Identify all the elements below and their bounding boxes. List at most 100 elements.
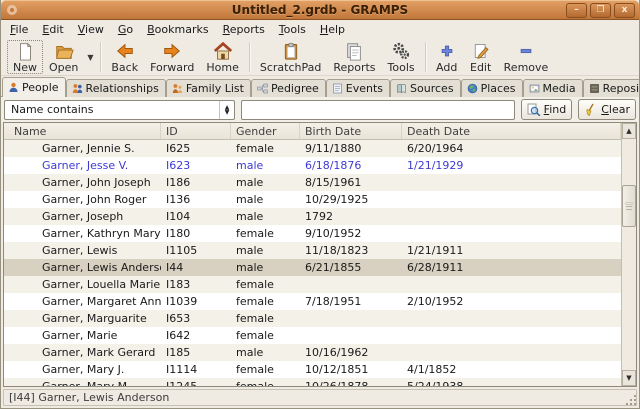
statusbar: [I44] Garner, Lewis Anderson [1, 387, 639, 408]
clear-button[interactable]: Clear [578, 99, 636, 120]
table-row[interactable]: Garner, Mary J.I1114female10/12/18514/1/… [4, 361, 621, 378]
cell-death [402, 191, 621, 208]
cell-death: 5/24/1938 [402, 378, 621, 386]
cell-birth: 10/26/1878 [300, 378, 402, 386]
back-button[interactable]: Back [105, 40, 144, 74]
table-row[interactable]: Garner, John JosephI186male8/15/1961 [4, 174, 621, 191]
tab-family-list[interactable]: Family List [166, 79, 251, 97]
find-button[interactable]: Find [521, 99, 573, 120]
cell-id: I1245 [161, 378, 231, 386]
tools-button[interactable]: Tools [382, 40, 421, 74]
close-button[interactable]: x [614, 3, 635, 18]
menu-item-tools[interactable]: Tools [272, 21, 313, 38]
cell-id: I1114 [161, 361, 231, 378]
vertical-scrollbar[interactable]: ▲ ▼ [621, 123, 636, 386]
edit-button[interactable]: Edit [464, 40, 498, 74]
maximize-button[interactable]: ❐ [590, 3, 611, 18]
toolbar-separator [249, 42, 250, 72]
cell-name: Garner, John Roger [4, 191, 161, 208]
cell-id: I623 [161, 157, 231, 174]
scratchpad-button[interactable]: ScratchPad [254, 40, 328, 74]
cell-id: I1039 [161, 293, 231, 310]
tab-media[interactable]: Media [523, 79, 583, 97]
table-row[interactable]: Garner, Lewis AndersonI44male6/21/18556/… [4, 259, 621, 276]
table-header: Name ID Gender Birth Date Death Date [4, 123, 636, 140]
new-button[interactable]: New [7, 40, 43, 74]
remove-button[interactable]: Remove [498, 40, 555, 74]
tab-sources[interactable]: Sources [390, 79, 461, 97]
cell-gender: female [231, 327, 300, 344]
cell-id: I642 [161, 327, 231, 344]
cell-death [402, 208, 621, 225]
table-row[interactable]: Garner, Kathryn MaryI180female9/10/1952 [4, 225, 621, 242]
view-tabstrip: People Relationships Family List Pedigre… [1, 76, 639, 97]
table-row[interactable]: Garner, Jennie S.I625female9/11/18806/20… [4, 140, 621, 157]
menu-item-edit[interactable]: Edit [35, 21, 70, 38]
cell-death: 1/21/1929 [402, 157, 621, 174]
titlebar[interactable]: Untitled_2.grdb - GRAMPS – ❐ x [1, 0, 639, 20]
places-icon [467, 83, 478, 94]
minimize-button[interactable]: – [566, 3, 587, 18]
filter-search-input[interactable] [241, 100, 515, 120]
open-folder-icon [53, 41, 75, 61]
table-row[interactable]: Garner, Louella MarieI183female [4, 276, 621, 293]
window-title: Untitled_2.grdb - GRAMPS [1, 3, 639, 17]
cell-death: 4/1/1852 [402, 361, 621, 378]
cell-death [402, 344, 621, 361]
back-arrow-icon [115, 41, 135, 61]
combobox-arrows-icon: ▲▼ [219, 101, 234, 119]
scrollbar-thumb[interactable] [622, 185, 636, 227]
tab-events[interactable]: Events [326, 79, 390, 97]
tab-pedigree[interactable]: Pedigree [251, 79, 326, 97]
cell-death [402, 327, 621, 344]
column-header-gender[interactable]: Gender [231, 123, 300, 139]
menu-item-reports[interactable]: Reports [216, 21, 272, 38]
cell-name: Garner, Margaret Ann [4, 293, 161, 310]
menu-item-go[interactable]: Go [111, 21, 140, 38]
menu-item-file[interactable]: File [3, 21, 35, 38]
menu-item-view[interactable]: View [71, 21, 111, 38]
plus-icon [438, 41, 456, 61]
cell-birth: 9/10/1952 [300, 225, 402, 242]
table-row[interactable]: Garner, JosephI104male1792 [4, 208, 621, 225]
home-button[interactable]: Home [200, 40, 244, 74]
sources-icon [396, 83, 407, 94]
column-header-id[interactable]: ID [161, 123, 231, 139]
cell-birth: 6/18/1876 [300, 157, 402, 174]
tab-repositories[interactable]: Repositories [583, 79, 640, 97]
cell-id: I625 [161, 140, 231, 157]
cell-birth: 9/11/1880 [300, 140, 402, 157]
filter-field-select[interactable]: Name contains ▲▼ [4, 100, 235, 120]
find-icon [527, 103, 541, 117]
table-row[interactable]: Garner, Jesse V.I623male6/18/18761/21/19… [4, 157, 621, 174]
scroll-down-icon[interactable]: ▼ [622, 370, 636, 386]
table-row[interactable]: Garner, MarieI642female [4, 327, 621, 344]
resize-grip[interactable] [626, 395, 636, 405]
open-button[interactable]: Open [43, 40, 84, 74]
tab-places[interactable]: Places [461, 79, 523, 97]
table-row[interactable]: Garner, LewisI1105male11/18/18231/21/191… [4, 242, 621, 259]
forward-button[interactable]: Forward [144, 40, 200, 74]
pedigree-icon [257, 83, 268, 94]
scroll-up-icon[interactable]: ▲ [622, 123, 636, 139]
cell-name: Garner, Lewis [4, 242, 161, 259]
reports-button[interactable]: Reports [327, 40, 381, 74]
table-row[interactable]: Garner, MarguariteI653female [4, 310, 621, 327]
table-row[interactable]: Garner, Margaret AnnI1039female7/18/1951… [4, 293, 621, 310]
menu-item-help[interactable]: Help [313, 21, 352, 38]
media-icon [529, 83, 540, 94]
table-row[interactable]: Garner, Mary M.I1245female10/26/18785/24… [4, 378, 621, 386]
column-header-birth-date[interactable]: Birth Date [300, 123, 402, 139]
column-header-death-date[interactable]: Death Date [402, 123, 621, 139]
open-dropdown-arrow[interactable]: ▼ [84, 42, 96, 72]
menu-item-bookmarks[interactable]: Bookmarks [140, 21, 215, 38]
tab-people[interactable]: People [2, 77, 66, 97]
column-header-name[interactable]: Name [4, 123, 161, 139]
toolbar: New Open ▼ Back Forward [1, 39, 639, 76]
cell-gender: female [231, 378, 300, 386]
table-row[interactable]: Garner, John RogerI136male10/29/1925 [4, 191, 621, 208]
tab-relationships[interactable]: Relationships [66, 79, 166, 97]
add-button[interactable]: Add [430, 40, 464, 74]
cell-death: 2/10/1952 [402, 293, 621, 310]
table-row[interactable]: Garner, Mark GerardI185male10/16/1962 [4, 344, 621, 361]
